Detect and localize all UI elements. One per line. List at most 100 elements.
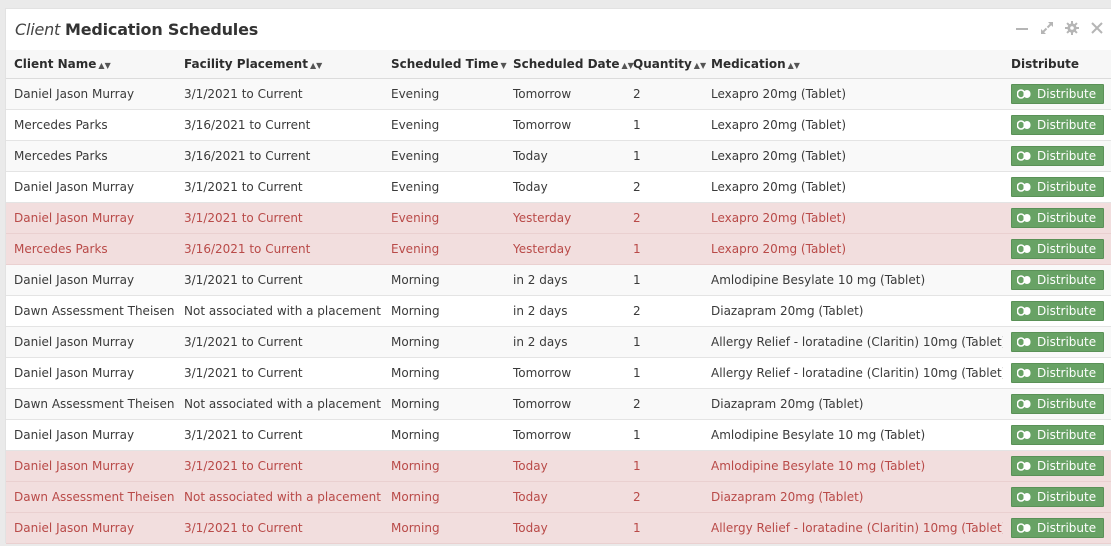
medication-schedules-widget: Client Medication Schedules Client Name …: [5, 8, 1111, 544]
cell-medication: Allergy Relief - loratadine (Claritin) 1…: [703, 512, 1003, 544]
pills-icon: [1017, 398, 1031, 409]
cell-distribute: Distribute: [1003, 326, 1111, 358]
distribute-button-label: Distribute: [1037, 117, 1097, 132]
distribute-button-label: Distribute: [1037, 179, 1097, 194]
sort-icon: ▲▼: [309, 60, 323, 70]
close-icon[interactable]: [1089, 20, 1105, 36]
distribute-button[interactable]: Distribute: [1011, 362, 1105, 383]
cell-distribute: Distribute: [1003, 450, 1111, 482]
distribute-button[interactable]: Distribute: [1011, 517, 1105, 538]
cell-date: Tomorrow: [505, 357, 625, 389]
distribute-button[interactable]: Distribute: [1011, 269, 1105, 290]
cell-distribute: Distribute: [1003, 171, 1111, 203]
pills-icon: [1017, 212, 1031, 223]
distribute-button-label: Distribute: [1037, 365, 1097, 380]
cell-medication: Amlodipine Besylate 10 mg (Tablet): [703, 264, 1003, 296]
minimize-icon[interactable]: [1014, 20, 1030, 36]
table-row: Daniel Jason Murray 3/1/2021 to Current …: [6, 264, 1111, 296]
cell-quantity: 1: [625, 512, 703, 544]
cell-client: Daniel Jason Murray: [6, 264, 176, 296]
gear-icon[interactable]: [1064, 20, 1080, 36]
cell-date: Tomorrow: [505, 109, 625, 141]
pills-icon: [1017, 181, 1031, 192]
cell-distribute: Distribute: [1003, 202, 1111, 234]
cell-medication: Lexapro 20mg (Tablet): [703, 140, 1003, 172]
cell-client: Dawn Assessment Theisen: [6, 388, 176, 420]
cell-distribute: Distribute: [1003, 264, 1111, 296]
pills-icon: [1017, 367, 1031, 378]
distribute-button[interactable]: Distribute: [1011, 424, 1105, 445]
cell-date: in 2 days: [505, 295, 625, 327]
distribute-button[interactable]: Distribute: [1011, 145, 1105, 166]
cell-time: Evening: [383, 78, 505, 110]
distribute-button[interactable]: Distribute: [1011, 238, 1105, 259]
cell-placement: 3/1/2021 to Current: [176, 357, 383, 389]
cell-medication: Lexapro 20mg (Tablet): [703, 202, 1003, 234]
cell-medication: Allergy Relief - loratadine (Claritin) 1…: [703, 326, 1003, 358]
cell-date: Yesterday: [505, 202, 625, 234]
sort-icon: ▲▼: [693, 60, 707, 70]
cell-date: Today: [505, 140, 625, 172]
title-bold: Medication Schedules: [65, 20, 259, 39]
cell-date: Tomorrow: [505, 78, 625, 110]
table-row: Daniel Jason Murray 3/1/2021 to Current …: [6, 357, 1111, 389]
distribute-button[interactable]: Distribute: [1011, 300, 1105, 321]
pills-icon: [1017, 522, 1031, 533]
distribute-button-label: Distribute: [1037, 210, 1097, 225]
cell-client: Mercedes Parks: [6, 233, 176, 265]
distribute-button[interactable]: Distribute: [1011, 486, 1105, 507]
distribute-button[interactable]: Distribute: [1011, 207, 1105, 228]
distribute-button-label: Distribute: [1037, 396, 1097, 411]
cell-medication: Amlodipine Besylate 10 mg (Tablet): [703, 419, 1003, 451]
column-header-time[interactable]: Scheduled Time ▼: [383, 50, 507, 79]
distribute-button-label: Distribute: [1037, 86, 1097, 101]
cell-placement: 3/1/2021 to Current: [176, 326, 383, 358]
cell-placement: 3/1/2021 to Current: [176, 264, 383, 296]
expand-icon[interactable]: [1039, 20, 1055, 36]
table-row: Daniel Jason Murray 3/1/2021 to Current …: [6, 326, 1111, 358]
distribute-button[interactable]: Distribute: [1011, 176, 1105, 197]
cell-quantity: 1: [625, 264, 703, 296]
cell-client: Mercedes Parks: [6, 140, 176, 172]
distribute-button-label: Distribute: [1037, 241, 1097, 256]
column-header-client[interactable]: Client Name ▲▼: [6, 50, 176, 79]
cell-quantity: 2: [625, 481, 703, 513]
cell-time: Morning: [383, 419, 505, 451]
cell-medication: Diazapram 20mg (Tablet): [703, 388, 1003, 420]
distribute-button[interactable]: Distribute: [1011, 455, 1105, 476]
cell-time: Morning: [383, 481, 505, 513]
table-row: Dawn Assessment Theisen Not associated w…: [6, 295, 1111, 327]
cell-client: Daniel Jason Murray: [6, 357, 176, 389]
cell-placement: Not associated with a placement: [176, 481, 383, 513]
column-header-medication[interactable]: Medication ▲▼: [703, 50, 1003, 79]
column-header-quantity[interactable]: Quantity ▲▼: [625, 50, 707, 79]
cell-date: Today: [505, 512, 625, 544]
sort-icon: ▲▼: [787, 60, 800, 70]
cell-placement: 3/16/2021 to Current: [176, 140, 383, 172]
cell-medication: Lexapro 20mg (Tablet): [703, 78, 1003, 110]
cell-date: Today: [505, 481, 625, 513]
cell-placement: 3/1/2021 to Current: [176, 512, 383, 544]
distribute-button[interactable]: Distribute: [1011, 393, 1105, 414]
distribute-button[interactable]: Distribute: [1011, 331, 1105, 352]
table-row: Daniel Jason Murray 3/1/2021 to Current …: [6, 512, 1111, 544]
cell-placement: 3/1/2021 to Current: [176, 450, 383, 482]
column-header-date[interactable]: Scheduled Date ▲▼: [505, 50, 634, 79]
table-row: Daniel Jason Murray 3/1/2021 to Current …: [6, 202, 1111, 234]
cell-date: Tomorrow: [505, 388, 625, 420]
distribute-button-label: Distribute: [1037, 272, 1097, 287]
cell-time: Morning: [383, 357, 505, 389]
column-header-placement[interactable]: Facility Placement ▲▼: [176, 50, 383, 79]
table-row: Dawn Assessment Theisen Not associated w…: [6, 388, 1111, 420]
cell-quantity: 2: [625, 388, 703, 420]
cell-time: Morning: [383, 295, 505, 327]
distribute-button[interactable]: Distribute: [1011, 114, 1105, 135]
cell-medication: Lexapro 20mg (Tablet): [703, 171, 1003, 203]
widget-title: Client Medication Schedules: [15, 20, 258, 39]
cell-quantity: 1: [625, 326, 703, 358]
cell-client: Daniel Jason Murray: [6, 326, 176, 358]
distribute-button[interactable]: Distribute: [1011, 83, 1105, 104]
cell-quantity: 1: [625, 419, 703, 451]
cell-quantity: 2: [625, 78, 703, 110]
cell-client: Dawn Assessment Theisen: [6, 295, 176, 327]
